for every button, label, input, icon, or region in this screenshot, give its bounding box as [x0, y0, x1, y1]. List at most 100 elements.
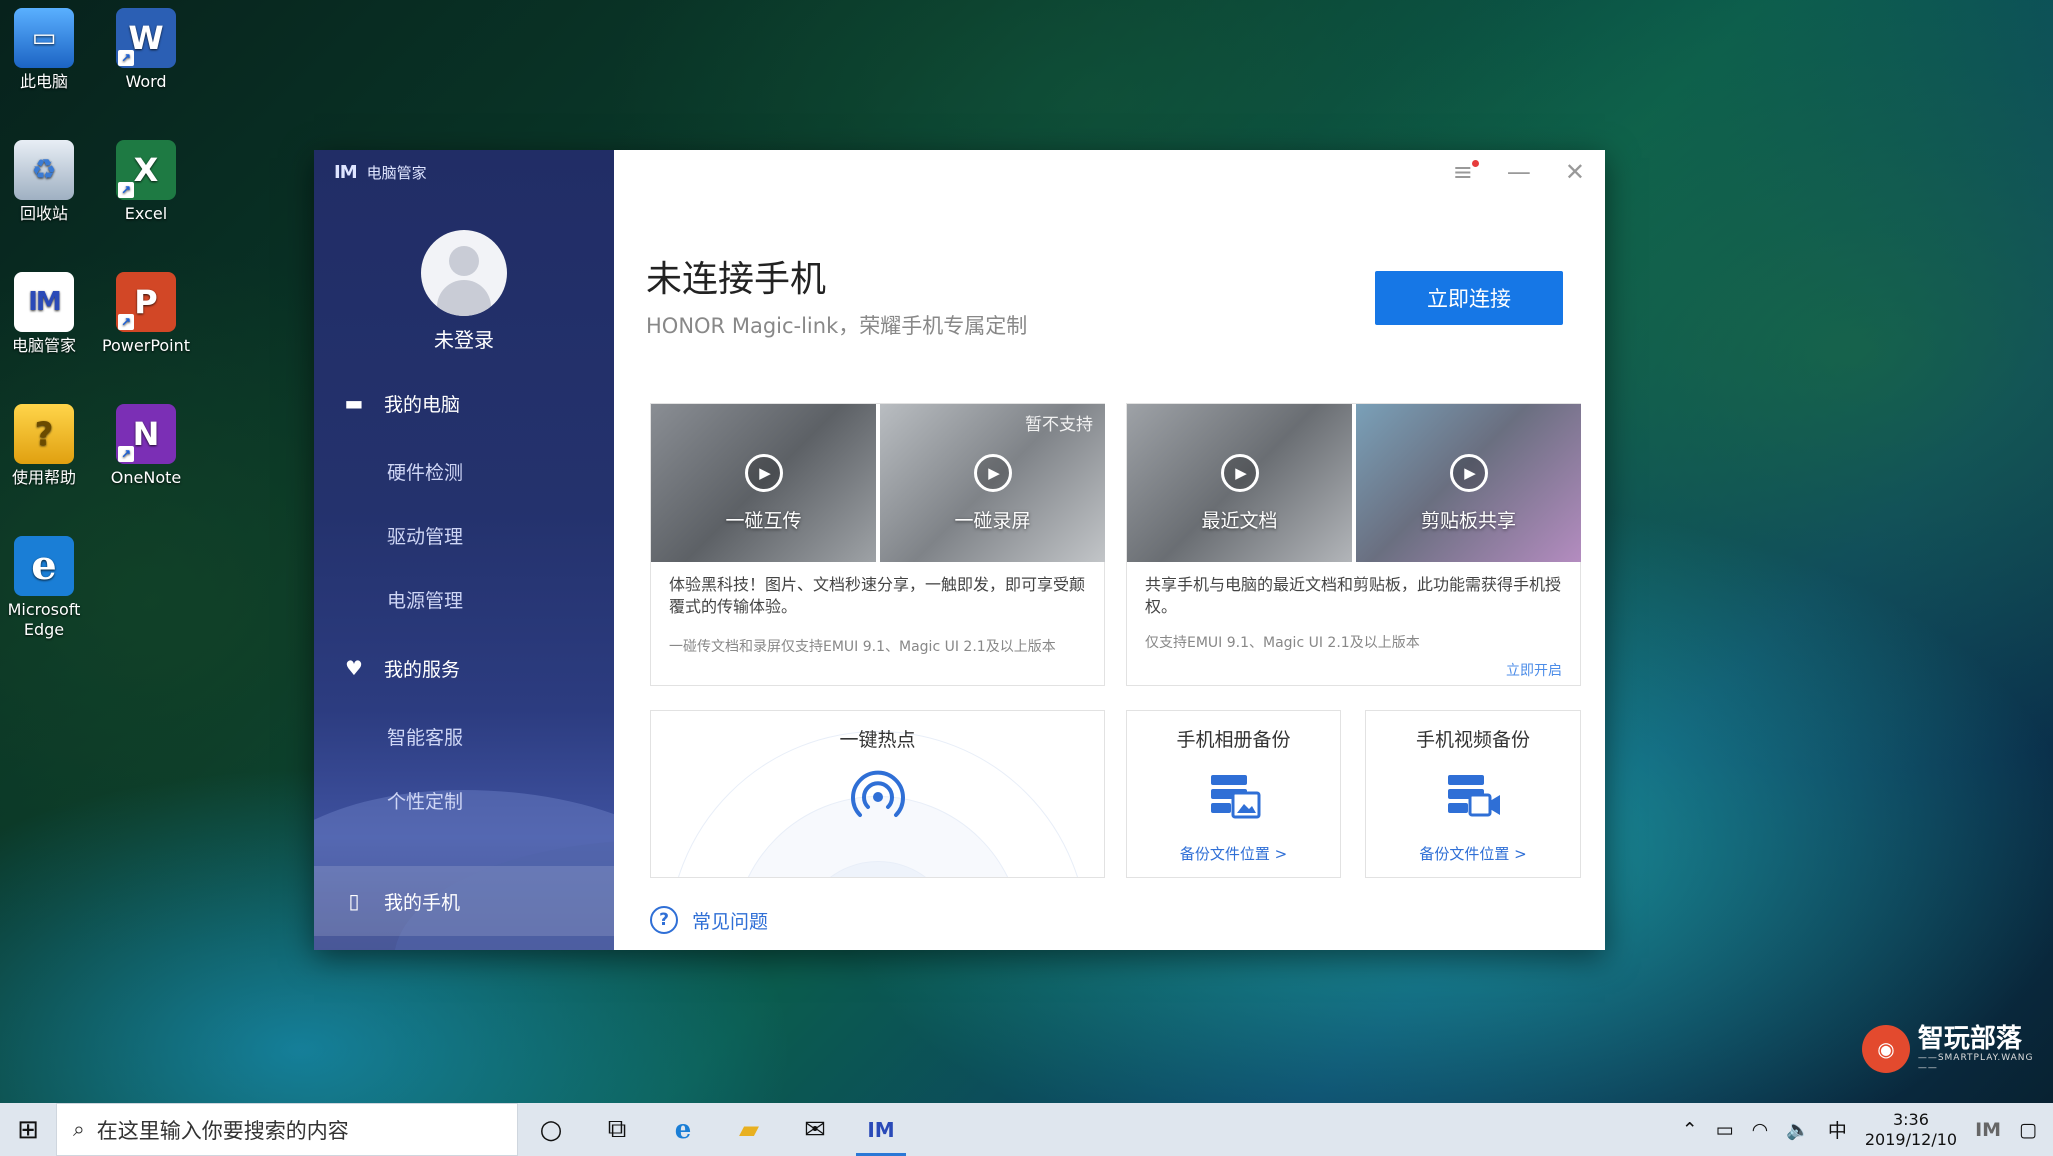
task-view-button[interactable]: ⧉ [584, 1103, 650, 1156]
video-backup-icon [1448, 775, 1500, 817]
desktop-icon-word[interactable]: W ↗ Word [94, 8, 198, 92]
hotspot-title: 一键热点 [839, 729, 916, 751]
photo-backup-card[interactable]: 手机相册备份 备份文件位置 > [1126, 710, 1341, 878]
battery-icon[interactable]: ▭ [1716, 1119, 1734, 1141]
play-icon: ▶ [744, 454, 783, 492]
nav-label: 我的服务 [384, 658, 461, 681]
hotspot-icon [851, 770, 905, 817]
task-view-icon: ⧉ [607, 1114, 627, 1144]
ime-indicator[interactable]: 中 [1828, 1116, 1847, 1143]
desktop-icon-label: Microsoft Edge [7, 600, 81, 639]
pc-manager-tray-icon[interactable]: IM [1975, 1119, 2001, 1141]
desktop-icon-pc-manager[interactable]: IM 电脑管家 [0, 272, 96, 356]
nav-label: 我的手机 [384, 891, 461, 914]
powerpoint-icon: P ↗ [116, 272, 176, 332]
nav-hardware-check[interactable]: 硬件检测 [387, 458, 463, 485]
desktop-icon-powerpoint[interactable]: P ↗ PowerPoint [94, 272, 198, 356]
desktop-icon-excel[interactable]: X ↗ Excel [94, 140, 198, 224]
faq-link[interactable]: ? 常见问题 [650, 906, 768, 934]
notification-center-icon[interactable]: ▢ [2019, 1119, 2037, 1141]
laptop-icon: ▬ [344, 391, 364, 415]
nav-smart-service[interactable]: 智能客服 [387, 723, 463, 750]
backup-location-link[interactable]: 备份文件位置 > [1366, 843, 1580, 864]
feature-card-docs: ▶ 最近文档 ▶ 剪贴板共享 共享手机与电脑的最近文档和剪贴板，此功能需获得手机… [1126, 403, 1581, 686]
taskbar-mail[interactable]: ✉ [782, 1103, 848, 1156]
start-button[interactable]: ⊞ [0, 1103, 56, 1156]
video-thumb-clipboard-share[interactable]: ▶ 剪贴板共享 [1356, 404, 1581, 562]
close-icon[interactable]: ✕ [1565, 158, 1585, 186]
app-brand: IM 电脑管家 [334, 162, 427, 183]
desktop-icon-edge[interactable]: e Microsoft Edge [0, 536, 96, 640]
nav-my-phone[interactable]: ▯ 我的手机 [314, 866, 614, 936]
login-status[interactable]: 未登录 [314, 324, 614, 353]
desktop-icon-label: OneNote [110, 468, 182, 487]
desktop-icon-label: PowerPoint [101, 336, 191, 355]
word-icon: W ↗ [116, 8, 176, 68]
feature-description: 体验黑科技！图片、文档秒速分享，一触即发，即可享受颠覆式的传输体验。 [669, 575, 1086, 616]
play-icon: ▶ [973, 454, 1012, 492]
nav-my-services[interactable]: ♥ 我的服务 [314, 643, 614, 693]
photo-backup-title: 手机相册备份 [1176, 729, 1291, 751]
photo-backup-icon [1211, 775, 1261, 819]
pc-manager-window: IM 电脑管家 未登录 ▬ 我的电脑 硬件检测 驱动管理 电源管理 ♥ 我的服务… [314, 150, 1605, 950]
help-icon: ? [14, 404, 74, 464]
user-icon [449, 246, 479, 276]
nav-label: 我的电脑 [384, 393, 461, 416]
desktop-icon-onenote[interactable]: N ↗ OneNote [94, 404, 198, 488]
help-circle-icon: ? [650, 906, 678, 934]
feature-note: 仅支持EMUI 9.1、Magic UI 2.1及以上版本 [1145, 635, 1420, 651]
mascot-icon: ◉ [1862, 1025, 1910, 1073]
avatar[interactable] [421, 230, 507, 316]
play-icon: ▶ [1449, 454, 1488, 492]
connect-now-button[interactable]: 立即连接 [1375, 271, 1563, 325]
feature-note: 一碰传文档和录屏仅支持EMUI 9.1、Magic UI 2.1及以上版本 [669, 639, 1056, 655]
clock[interactable]: 3:36 2019/12/10 [1865, 1110, 1957, 1150]
watermark-logo: ◉ 智玩部落 ——SMARTPLAY.WANG—— [1862, 1025, 2053, 1073]
backup-location-link[interactable]: 备份文件位置 > [1127, 843, 1340, 864]
taskbar-search[interactable]: ⌕ 在这里输入你要搜索的内容 [56, 1103, 518, 1156]
cortana-button[interactable]: ○ [518, 1103, 584, 1156]
computer-icon: ▭ [14, 8, 74, 68]
nav-power-management[interactable]: 电源管理 [387, 586, 463, 613]
enable-now-link[interactable]: 立即开启 [1506, 660, 1562, 680]
windows-icon: ⊞ [17, 1114, 39, 1145]
nav-my-pc[interactable]: ▬ 我的电脑 [314, 378, 614, 428]
video-label: 剪贴板共享 [1420, 510, 1516, 532]
taskbar: ⊞ ⌕ 在这里输入你要搜索的内容 ○ ⧉ e ▰ ✉ IM ⌃ ▭ ◠ 🔈 中 … [0, 1103, 2053, 1156]
user-icon-body [437, 280, 491, 316]
video-label: 一碰录屏 [954, 510, 1031, 532]
heart-icon: ♥ [345, 656, 363, 680]
desktop-icon-recycle-bin[interactable]: ♻ 回收站 [0, 140, 96, 224]
chevron-up-icon[interactable]: ⌃ [1682, 1119, 1698, 1141]
minimize-icon[interactable]: — [1507, 158, 1531, 186]
play-icon: ▶ [1220, 454, 1259, 492]
video-thumb-recent-docs[interactable]: ▶ 最近文档 [1127, 404, 1352, 562]
menu-icon[interactable]: ≡ [1453, 158, 1479, 186]
desktop-icon-label: Word [125, 72, 167, 91]
desktop-icon-label: 电脑管家 [11, 336, 76, 355]
taskbar-edge[interactable]: e [650, 1103, 716, 1156]
desktop-icon-label: 此电脑 [19, 72, 68, 91]
search-placeholder: 在这里输入你要搜索的内容 [96, 1118, 349, 1143]
desktop-icon-this-pc[interactable]: ▭ 此电脑 [0, 8, 96, 92]
desktop-icon-label: 使用帮助 [11, 468, 76, 487]
taskbar-file-explorer[interactable]: ▰ [716, 1103, 782, 1156]
wifi-icon[interactable]: ◠ [1752, 1119, 1769, 1141]
desktop-icon-help[interactable]: ? 使用帮助 [0, 404, 96, 488]
notification-dot [1471, 160, 1479, 167]
video-thumb-one-touch-share[interactable]: ▶ 一碰互传 [651, 404, 876, 562]
video-backup-card[interactable]: 手机视频备份 备份文件位置 > [1365, 710, 1581, 878]
system-tray: ⌃ ▭ ◠ 🔈 中 3:36 2019/12/10 IM ▢ [1682, 1110, 2053, 1150]
faq-label: 常见问题 [692, 910, 769, 933]
hotspot-card[interactable]: 一键热点 [650, 710, 1105, 878]
pc-manager-icon: IM [867, 1117, 895, 1142]
folder-icon: ▰ [739, 1114, 759, 1145]
taskbar-pc-manager[interactable]: IM [848, 1103, 914, 1156]
video-thumb-one-touch-record[interactable]: 暂不支持 ▶ 一碰录屏 [880, 404, 1105, 562]
desktop-icon-label: 回收站 [19, 204, 68, 223]
nav-personalize[interactable]: 个性定制 [387, 787, 463, 814]
volume-muted-icon[interactable]: 🔈 [1786, 1118, 1810, 1141]
video-backup-title: 手机视频备份 [1415, 729, 1530, 751]
app-title: 电脑管家 [366, 164, 427, 182]
nav-driver-management[interactable]: 驱动管理 [387, 522, 463, 549]
